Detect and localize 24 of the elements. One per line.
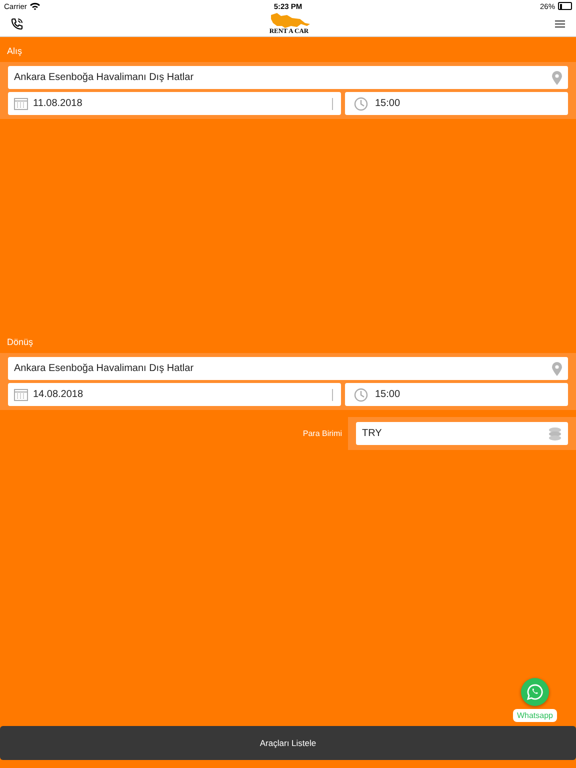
list-cars-button[interactable]: Araçları Listele xyxy=(0,726,576,760)
wifi-icon xyxy=(30,2,40,10)
battery-icon xyxy=(558,2,572,10)
location-field[interactable]: Ankara Esenboğa Havalimanı Dış Hatlar xyxy=(8,66,568,89)
currency-field[interactable]: TRY xyxy=(356,422,568,445)
pin-icon xyxy=(552,70,562,84)
phone-icon[interactable] xyxy=(11,18,23,30)
currency-label: Para Birimi xyxy=(302,429,342,438)
section-title: Dönüş xyxy=(6,336,34,349)
menu-icon[interactable] xyxy=(555,20,565,28)
chat-phone-icon xyxy=(526,684,543,700)
coins-icon xyxy=(548,426,562,440)
calendar-icon xyxy=(14,388,28,401)
clock-icon xyxy=(354,96,368,110)
date-field[interactable]: 14.08.2018 xyxy=(8,383,341,406)
date-field[interactable]: 11.08.2018 xyxy=(8,92,341,115)
whatsapp-button[interactable] xyxy=(520,678,549,706)
location-field[interactable]: Ankara Esenboğa Havalimanı Dış Hatlar xyxy=(8,357,568,380)
time-field[interactable]: 15:00 xyxy=(345,383,568,406)
pin-icon xyxy=(552,362,562,376)
time-field[interactable]: 15:00 xyxy=(345,92,568,115)
clock-icon xyxy=(354,388,368,402)
section-title: Alış xyxy=(6,45,24,58)
calendar-icon xyxy=(14,97,28,110)
